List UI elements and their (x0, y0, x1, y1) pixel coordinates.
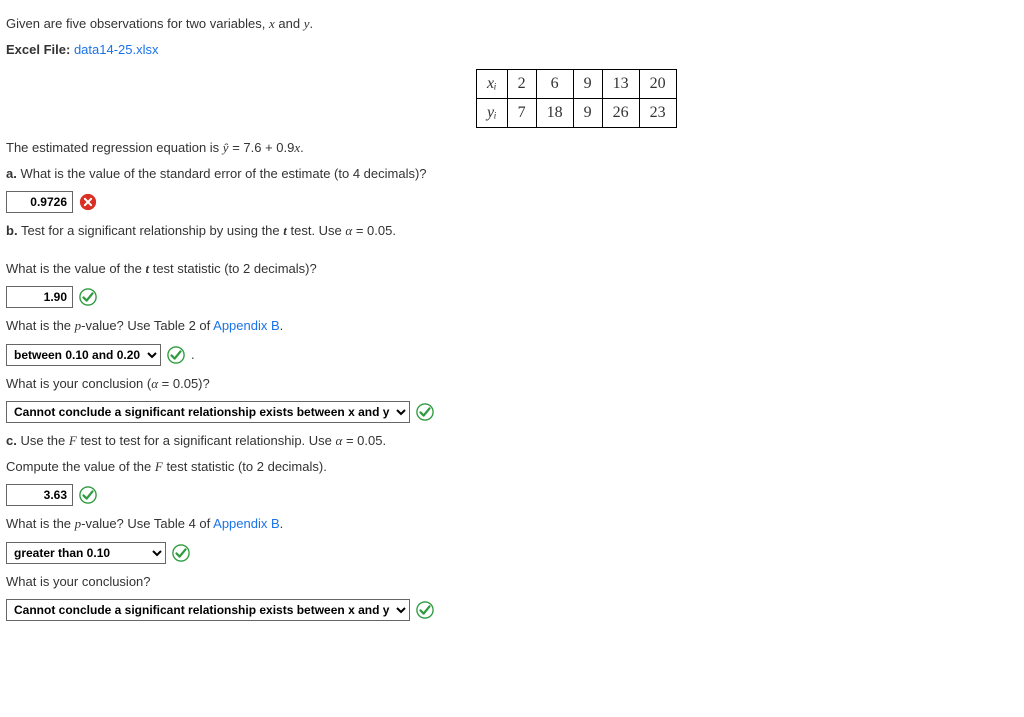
incorrect-icon (79, 193, 97, 211)
correct-icon (167, 346, 185, 364)
table-cell: 20 (639, 70, 676, 99)
p-value-c-prompt: What is the p-value? Use Table 4 of Appe… (6, 514, 1018, 534)
appendix-b-link-2[interactable]: Appendix B (213, 516, 280, 531)
appendix-b-link[interactable]: Appendix B (213, 318, 280, 333)
t-stat-prompt: What is the value of the t test statisti… (6, 259, 1018, 279)
conclusion-c-prompt: What is your conclusion? (6, 572, 1018, 592)
conclusion-b-select[interactable]: Cannot conclude a significant relationsh… (6, 401, 410, 423)
regression-equation: The estimated regression equation is ŷ =… (6, 138, 1018, 158)
correct-icon (79, 288, 97, 306)
table-row-head-x: xᵢ (477, 70, 508, 99)
conclusion-c-select[interactable]: Cannot conclude a significant relationsh… (6, 599, 410, 621)
correct-icon (172, 544, 190, 562)
table-cell: 2 (507, 70, 536, 99)
question-b-prompt: b. Test for a significant relationship b… (6, 221, 1018, 241)
p-value-c-select[interactable]: greater than 0.10 (6, 542, 166, 564)
table-cell: 13 (602, 70, 639, 99)
table-cell: 23 (639, 99, 676, 128)
correct-icon (416, 403, 434, 421)
data-table: xᵢ 2 6 9 13 20 yᵢ 7 18 9 26 23 (476, 69, 677, 128)
p-value-b-select[interactable]: between 0.10 and 0.20 (6, 344, 161, 366)
f-compute-prompt: Compute the value of the F test statisti… (6, 457, 1018, 477)
table-cell: 7 (507, 99, 536, 128)
question-a-prompt: a. What is the value of the standard err… (6, 164, 1018, 184)
correct-icon (416, 601, 434, 619)
answer-a-input[interactable] (6, 191, 73, 213)
question-c-prompt: c. Use the F test to test for a signific… (6, 431, 1018, 451)
table-cell: 6 (536, 70, 573, 99)
table-row-head-y: yᵢ (477, 99, 508, 128)
excel-file-link[interactable]: data14-25.xlsx (74, 42, 159, 57)
excel-file-line: Excel File: data14-25.xlsx (6, 40, 1018, 60)
table-cell: 26 (602, 99, 639, 128)
conclusion-b-prompt: What is your conclusion (α = 0.05)? (6, 374, 1018, 394)
correct-icon (79, 486, 97, 504)
p-value-b-prompt: What is the p-value? Use Table 2 of Appe… (6, 316, 1018, 336)
table-cell: 18 (536, 99, 573, 128)
intro-text: Given are five observations for two vari… (6, 14, 1018, 34)
answer-f-stat-input[interactable] (6, 484, 73, 506)
table-cell: 9 (573, 99, 602, 128)
excel-file-label: Excel File: (6, 42, 70, 57)
table-cell: 9 (573, 70, 602, 99)
answer-t-stat-input[interactable] (6, 286, 73, 308)
